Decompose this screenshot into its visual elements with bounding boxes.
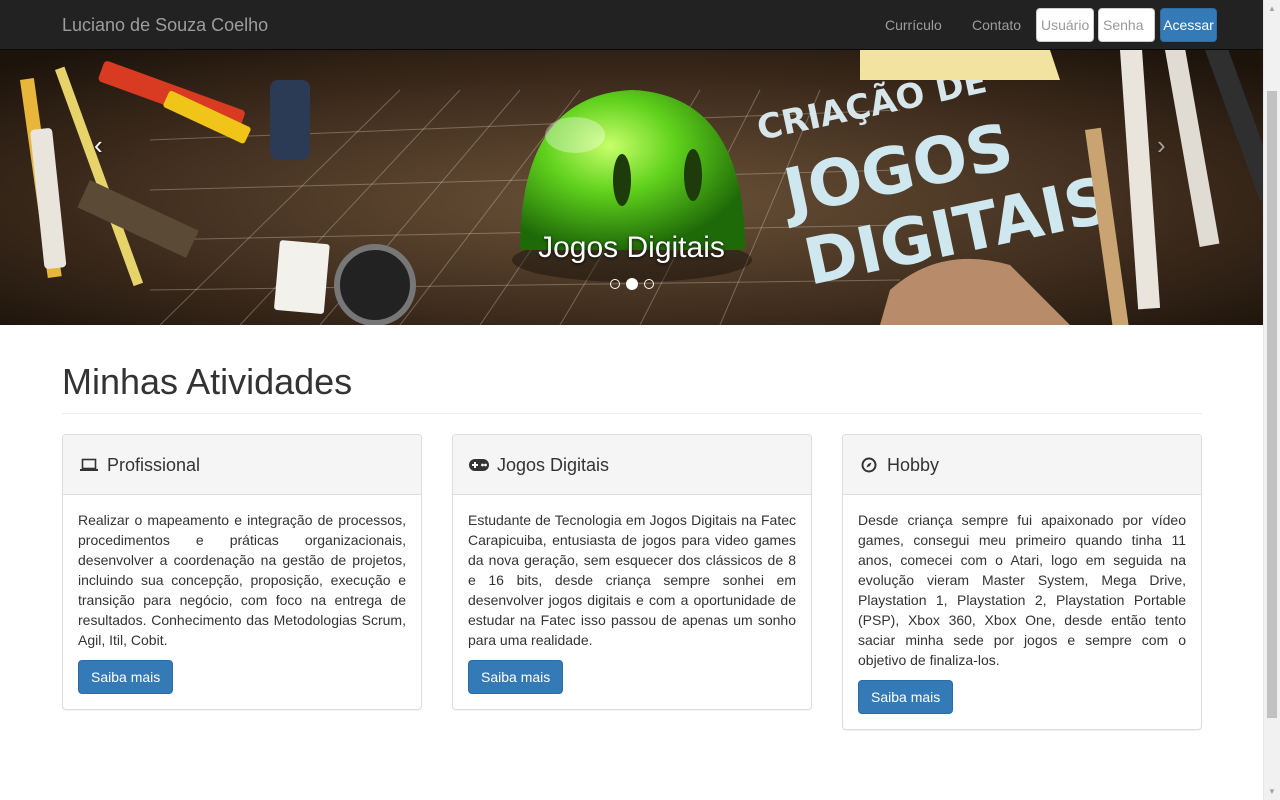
password-input[interactable] — [1098, 8, 1155, 42]
top-navbar: Luciano de Souza Coelho Currículo Contat… — [0, 0, 1263, 50]
panel-body: Estudante de Tecnologia em Jogos Digitai… — [453, 495, 811, 694]
panel-hobby: Hobby Desde criança sempre fui apaixonad… — [842, 434, 1202, 730]
gamepad-icon — [469, 455, 489, 475]
panel-title: Hobby — [887, 454, 940, 475]
scroll-down-arrow-icon[interactable]: ▼ — [1264, 783, 1280, 800]
saiba-mais-button[interactable]: Saiba mais — [858, 680, 954, 714]
scroll-thumb[interactable] — [1267, 91, 1277, 718]
panel-text: Estudante de Tecnologia em Jogos Digitai… — [468, 512, 796, 648]
panel-jogos-digitais: Jogos Digitais Estudante de Tecnologia e… — [452, 434, 812, 710]
panel-heading: Hobby — [843, 435, 1201, 495]
carousel-indicators — [0, 278, 1263, 290]
panel-body: Desde criança sempre fui apaixonado por … — [843, 495, 1201, 714]
panel-heading: Profissional — [63, 435, 421, 495]
carousel-caption: Jogos Digitais — [538, 231, 725, 264]
panel-text: Realizar o mapeamento e integração de pr… — [78, 512, 406, 648]
panel-body: Realizar o mapeamento e integração de pr… — [63, 495, 421, 694]
saiba-mais-button[interactable]: Saiba mais — [468, 660, 564, 694]
panel-heading: Jogos Digitais — [453, 435, 811, 495]
scroll-up-arrow-icon[interactable]: ▲ — [1264, 0, 1280, 17]
username-input[interactable] — [1036, 8, 1094, 42]
laptop-icon — [79, 455, 99, 475]
carousel-indicator-3[interactable] — [643, 279, 654, 289]
section-title: Minhas Atividades — [62, 361, 353, 402]
panel-title: Profissional — [107, 454, 201, 475]
page-scrollbar[interactable]: ▲ ▼ — [1263, 0, 1280, 800]
section-header: Minhas Atividades — [62, 360, 1202, 414]
carousel-prev-button[interactable]: ‹ — [94, 130, 103, 160]
carousel-indicator-1[interactable] — [609, 279, 620, 289]
nav-link-curriculo[interactable]: Currículo — [885, 17, 942, 33]
saiba-mais-button[interactable]: Saiba mais — [78, 660, 174, 694]
hero-carousel: CRIAÇÃO DE JOGOS DIGITAIS ‹ › Jogos Digi… — [0, 50, 1263, 325]
panel-title: Jogos Digitais — [497, 454, 610, 475]
carousel-indicator-2[interactable] — [625, 278, 638, 290]
panel-text: Desde criança sempre fui apaixonado por … — [858, 512, 1186, 668]
nav-link-contato[interactable]: Contato — [972, 17, 1021, 33]
login-button[interactable]: Acessar — [1160, 8, 1217, 42]
brand-link[interactable]: Luciano de Souza Coelho — [62, 15, 268, 35]
compass-icon — [859, 455, 879, 475]
carousel-next-button[interactable]: › — [1157, 130, 1166, 160]
panel-profissional: Profissional Realizar o mapeamento e int… — [62, 434, 422, 710]
